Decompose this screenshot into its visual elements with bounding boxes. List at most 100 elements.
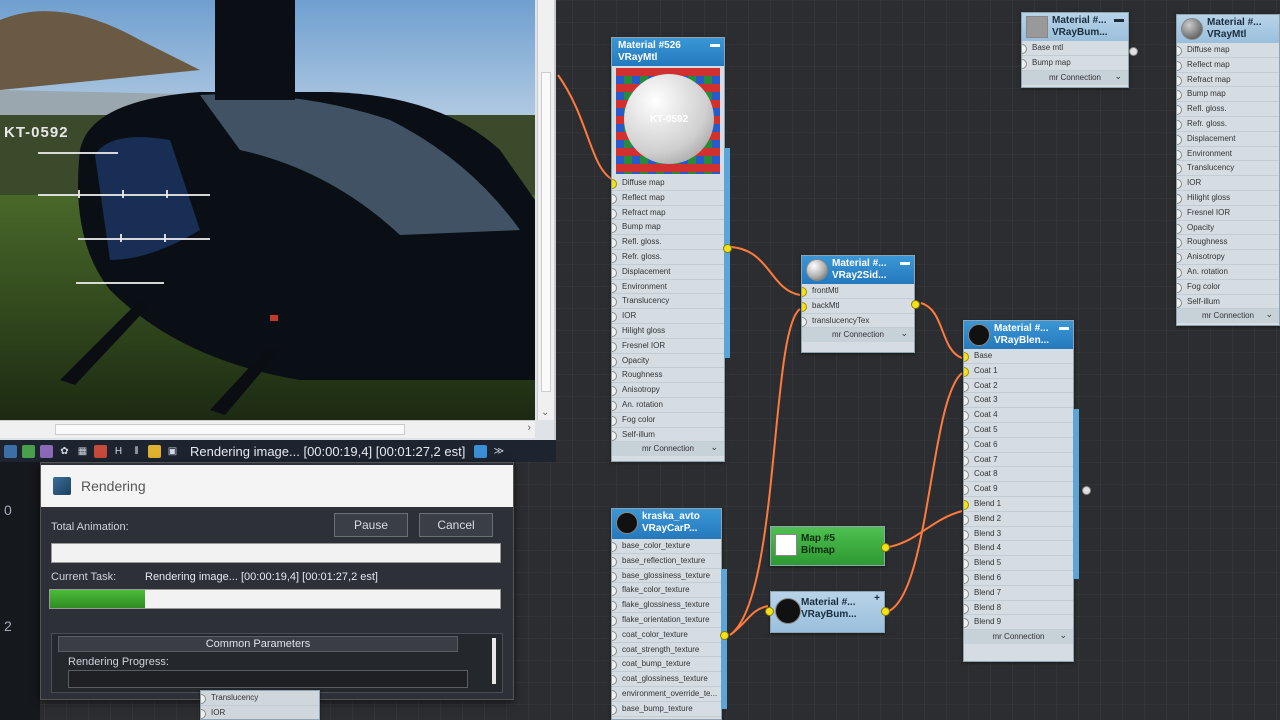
node-slot[interactable]: Reflect map (1177, 58, 1279, 73)
history-icon[interactable] (94, 444, 107, 458)
node-slot[interactable]: base_color_texture (612, 539, 721, 554)
node-slot[interactable]: Blend 7 (964, 586, 1073, 601)
mr-connection[interactable]: mr Connection (612, 440, 724, 457)
node-slot[interactable]: Bump map (1022, 56, 1128, 71)
node-slot[interactable]: Bump map (612, 220, 724, 236)
node-slot[interactable]: base_reflection_texture (612, 554, 721, 569)
node-slot[interactable]: Coat 1 (964, 364, 1073, 379)
node-vrayblend[interactable]: Material #... VRayBlen... ▬ Base Coat 1 Co… (963, 320, 1091, 662)
layer-icon[interactable] (22, 444, 35, 458)
mr-connection[interactable]: mr Connection (1177, 307, 1279, 324)
node-slot[interactable]: Environment (612, 280, 724, 295)
node-slot[interactable]: environment_override_te... (612, 687, 721, 702)
node-header[interactable]: Map #5 Bitmap (771, 527, 884, 565)
node-slot[interactable]: Reflect map (612, 191, 724, 206)
node-slot[interactable]: Blend 9 (964, 615, 1073, 631)
node-slot[interactable]: Refract map (1177, 73, 1279, 88)
node-header[interactable]: Material #... VRayBum... ▬ (1022, 13, 1128, 41)
node-header[interactable]: Material #... VRayMtl (1177, 15, 1279, 43)
node-vray2sided[interactable]: Material #... VRay2Sid... ▬ frontMtl back… (801, 255, 920, 353)
node-slot[interactable]: Refl. gloss. (1177, 102, 1279, 117)
node-slot[interactable]: Fog color (1177, 280, 1279, 295)
node-slot[interactable]: coat_color_texture (612, 628, 721, 643)
node-slot[interactable]: Coat 7 (964, 453, 1073, 468)
vertical-scrollbar[interactable]: ⌄ (537, 0, 554, 420)
node-slot[interactable]: Blend 4 (964, 541, 1073, 557)
node-slot[interactable]: Roughness (1177, 235, 1279, 251)
minimize-icon[interactable]: ▬ (1059, 322, 1069, 334)
node-slot[interactable]: translucencyTex (802, 314, 914, 329)
node-slot[interactable]: Base mtl (1022, 41, 1128, 56)
node-slot[interactable]: Blend 5 (964, 556, 1073, 571)
chevron-right-icon[interactable]: › (527, 422, 531, 434)
node-slot[interactable]: Refr. gloss. (612, 250, 724, 265)
node-slot[interactable]: flake_glossiness_texture (612, 598, 721, 613)
node-slot[interactable]: Blend 6 (964, 571, 1073, 586)
node-slot[interactable]: Diffuse map (612, 176, 724, 191)
lut-icon[interactable] (148, 444, 161, 458)
node-slot[interactable]: Anisotropy (612, 383, 724, 398)
grid-icon[interactable]: ▦ (76, 445, 89, 458)
node-slot[interactable]: Base (964, 349, 1073, 364)
node-right-vraymtl[interactable]: Material #... VRayMtl Diffuse map Reflect… (1176, 14, 1280, 326)
cancel-button[interactable]: Cancel (419, 513, 493, 537)
node-slot[interactable]: Fresnel IOR (1177, 206, 1279, 221)
node-slot[interactable]: Bump map (1177, 87, 1279, 103)
output-socket[interactable] (1129, 47, 1138, 56)
material-preview[interactable]: KT-0592 (616, 68, 720, 174)
node-slot[interactable]: base_bump_texture (612, 702, 721, 717)
node-slot[interactable]: Diffuse map (1177, 43, 1279, 58)
node-slot[interactable]: Coat 3 (964, 393, 1073, 409)
node-slot[interactable]: coat_bump_texture (612, 657, 721, 673)
node-header[interactable]: kraska_avto VRayCarP... (612, 509, 721, 539)
node-slot[interactable]: Opacity (612, 354, 724, 369)
node-slot[interactable]: coat_glossiness_texture (612, 672, 721, 687)
options-icon[interactable] (474, 444, 488, 458)
node-header[interactable]: Material #526 VRayMtl ▬ (612, 38, 724, 66)
node-slot[interactable]: Refl. gloss. (612, 235, 724, 250)
node-slot[interactable]: base_glossiness_texture (612, 569, 721, 584)
output-socket[interactable] (723, 244, 732, 253)
camera-icon[interactable] (40, 444, 53, 458)
node-slot[interactable]: Blend 8 (964, 601, 1073, 616)
node-header[interactable]: Material #... VRay2Sid... ▬ (802, 256, 914, 284)
frame-icon[interactable] (4, 444, 17, 458)
input-socket[interactable] (765, 607, 774, 616)
node-slot[interactable]: Displacement (612, 265, 724, 280)
node-bottom-partial[interactable]: Translucency IOR (200, 690, 320, 720)
display-icon[interactable]: ▣ (166, 445, 179, 458)
node-slot[interactable]: Refract map (612, 206, 724, 221)
h-icon[interactable]: H (112, 445, 125, 458)
node-slot[interactable]: Coat 5 (964, 423, 1073, 438)
minimize-icon[interactable]: ▬ (1114, 14, 1124, 26)
node-slot[interactable]: Coat 8 (964, 467, 1073, 483)
output-socket[interactable] (881, 543, 890, 552)
node-slot[interactable]: Blend 1 (964, 497, 1073, 512)
gear-icon[interactable]: ✿ (58, 445, 71, 458)
node-slot[interactable]: Blend 3 (964, 527, 1073, 542)
node-slot[interactable]: Opacity (1177, 221, 1279, 236)
common-parameters-header[interactable]: Common Parameters (58, 636, 458, 652)
histogram-icon[interactable]: ⫴ (130, 445, 143, 458)
node-slot[interactable]: Refr. gloss. (1177, 117, 1279, 132)
plus-icon[interactable]: + (874, 593, 880, 605)
node-slot[interactable]: Blend 2 (964, 512, 1073, 527)
node-vraybump[interactable]: Material #... VRayBum... + (765, 591, 890, 633)
node-slot[interactable]: Coat 9 (964, 482, 1073, 497)
node-slot[interactable]: Translucency (201, 691, 319, 706)
node-slot[interactable]: coat_strength_texture (612, 643, 721, 658)
expand-icon[interactable]: ≫ (492, 445, 505, 458)
node-slot[interactable]: Translucency (612, 294, 724, 310)
horizontal-scrollbar[interactable]: › (0, 420, 535, 438)
node-slot[interactable]: Hilight gloss (1177, 191, 1279, 206)
node-slot[interactable]: Roughness (612, 368, 724, 384)
output-socket[interactable] (911, 300, 920, 309)
minimize-icon[interactable]: ▬ (900, 257, 910, 269)
node-slot[interactable]: flake_orientation_texture (612, 613, 721, 628)
node-bitmap[interactable]: Map #5 Bitmap (770, 526, 890, 566)
node-slot[interactable]: IOR (201, 706, 319, 720)
node-slot[interactable]: Displacement (1177, 132, 1279, 147)
mr-connection[interactable]: mr Connection (964, 628, 1073, 645)
node-slot[interactable]: Self-illum (1177, 295, 1279, 310)
node-slot[interactable]: An. rotation (612, 398, 724, 413)
